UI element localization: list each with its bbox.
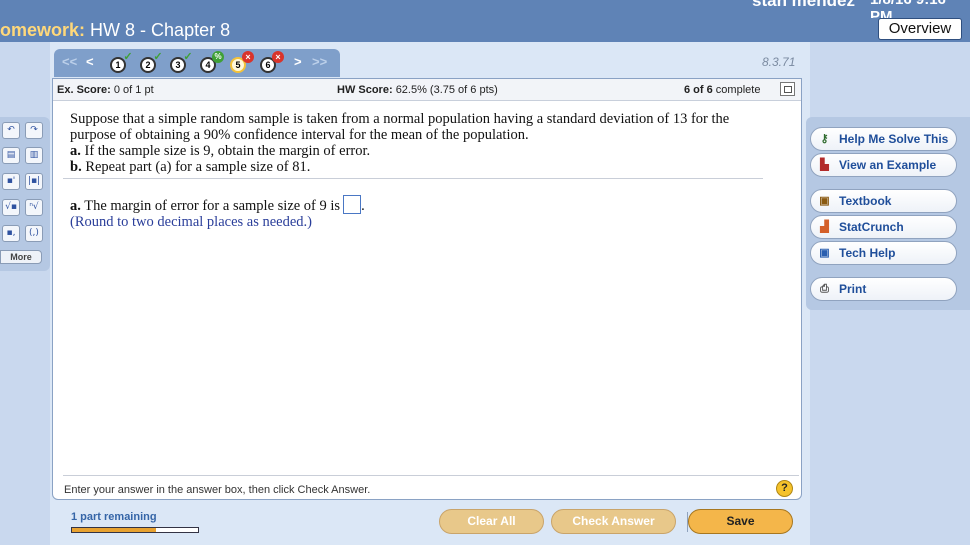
title-prefix: omework: xyxy=(0,20,86,40)
question-navigator: << < 1 ✓ 2 ✓ 3 ✓ 4% 5 × 6 × > >> xyxy=(54,49,340,77)
incorrect-icon: × xyxy=(272,51,284,63)
question-6-button[interactable]: 6 × xyxy=(260,51,284,73)
answer-prompt: a. The margin of error for a sample size… xyxy=(70,195,365,215)
incorrect-icon: × xyxy=(242,51,254,63)
answer-input[interactable] xyxy=(343,195,362,214)
partial-credit-icon: % xyxy=(212,51,224,63)
tech-help-icon: ▣ xyxy=(819,247,830,259)
expand-icon[interactable] xyxy=(780,82,795,96)
problem-id: 8.3.71 xyxy=(762,55,796,69)
example-icon: ▙ xyxy=(820,159,829,171)
assignment-title: HW 8 - Chapter 8 xyxy=(90,20,231,40)
subscript-icon[interactable]: ▪, xyxy=(2,225,20,242)
score-bar: Ex. Score: 0 of 1 pt HW Score: 62.5% (3.… xyxy=(53,79,801,101)
question-line: Suppose that a simple random sample is t… xyxy=(70,111,730,127)
question-5-button[interactable]: 5 × xyxy=(230,51,254,73)
textbook-button[interactable]: ▣ Textbook xyxy=(810,189,957,213)
help-panel: ⚷ Help Me Solve This ▙ View an Example ▣… xyxy=(806,117,970,310)
question-4-button[interactable]: 4% xyxy=(200,51,224,73)
redo-icon[interactable]: ↷ xyxy=(25,122,43,139)
question-2-button[interactable]: 2 ✓ xyxy=(140,51,163,73)
rounding-note: (Round to two decimal places as needed.) xyxy=(70,214,312,230)
completion-status: 6 of 6 complete xyxy=(684,84,761,96)
question-text: Suppose that a simple random sample is t… xyxy=(70,111,770,175)
absolute-value-icon[interactable]: |▪| xyxy=(25,173,43,190)
clock: 1/8/16 9:16 PM xyxy=(870,0,946,18)
help-me-solve-button[interactable]: ⚷ Help Me Solve This xyxy=(810,127,957,151)
progress-fill xyxy=(72,528,157,532)
exponent-icon[interactable]: ▪' xyxy=(2,173,20,190)
exercise-score: Ex. Score: 0 of 1 pt xyxy=(57,84,154,96)
sqrt-icon[interactable]: √▪ xyxy=(2,199,20,216)
check-icon: ✓ xyxy=(153,51,163,63)
check-icon: ✓ xyxy=(183,51,193,63)
overview-button[interactable]: Overview xyxy=(878,18,962,40)
check-answer-button[interactable]: Check Answer xyxy=(551,509,676,534)
more-tools-button[interactable]: More xyxy=(0,250,42,264)
first-question-button[interactable]: << xyxy=(62,54,77,69)
user-name: stan mendez xyxy=(752,0,855,10)
homework-score: HW Score: 62.5% (3.75 of 6 pts) xyxy=(337,84,498,96)
next-question-button[interactable]: > xyxy=(294,54,302,69)
page-title: omework: HW 8 - Chapter 8 xyxy=(0,20,230,41)
help-question-icon[interactable]: ? xyxy=(776,480,793,497)
divider xyxy=(63,178,763,179)
question-1-button[interactable]: 1 ✓ xyxy=(110,51,133,73)
key-icon: ⚷ xyxy=(820,133,829,145)
check-icon: ✓ xyxy=(123,51,133,63)
ordered-pair-icon[interactable]: (,) xyxy=(25,225,43,242)
divider xyxy=(63,475,799,476)
clear-all-button[interactable]: Clear All xyxy=(439,509,544,534)
statcrunch-button[interactable]: ▟ StatCrunch xyxy=(810,215,957,239)
fraction-icon[interactable]: ▤ xyxy=(2,147,20,164)
statcrunch-icon: ▟ xyxy=(820,221,829,233)
instructions-text: Enter your answer in the answer box, the… xyxy=(64,484,371,496)
nth-root-icon[interactable]: ⁿ√ xyxy=(25,199,43,216)
print-button[interactable]: ⎙ Print xyxy=(810,277,957,301)
progress-bar xyxy=(71,527,199,533)
last-question-button[interactable]: >> xyxy=(312,54,327,69)
save-button[interactable]: Save xyxy=(688,509,793,534)
tech-help-button[interactable]: ▣ Tech Help xyxy=(810,241,957,265)
undo-icon[interactable]: ↶ xyxy=(2,122,20,139)
math-toolbar: ↶ ↷ ▤ ▥ ▪' |▪| √▪ ⁿ√ ▪, (,) More xyxy=(0,117,50,271)
question-part-b: b. Repeat part (a) for a sample size of … xyxy=(70,159,311,175)
top-strip: stan mendez 1/8/16 9:16 PM xyxy=(0,0,970,18)
book-icon: ▣ xyxy=(819,195,830,207)
title-bar: omework: HW 8 - Chapter 8 xyxy=(0,18,970,42)
question-3-button[interactable]: 3 ✓ xyxy=(170,51,193,73)
mixed-number-icon[interactable]: ▥ xyxy=(25,147,43,164)
question-panel: Ex. Score: 0 of 1 pt HW Score: 62.5% (3.… xyxy=(52,78,802,500)
question-part-a: a. If the sample size is 9, obtain the m… xyxy=(70,143,371,159)
question-line: purpose of obtaining a 90% confidence in… xyxy=(70,127,529,143)
parts-remaining: 1 part remaining xyxy=(71,511,157,523)
prev-question-button[interactable]: < xyxy=(86,54,94,69)
view-example-button[interactable]: ▙ View an Example xyxy=(810,153,957,177)
printer-icon: ⎙ xyxy=(820,283,829,295)
